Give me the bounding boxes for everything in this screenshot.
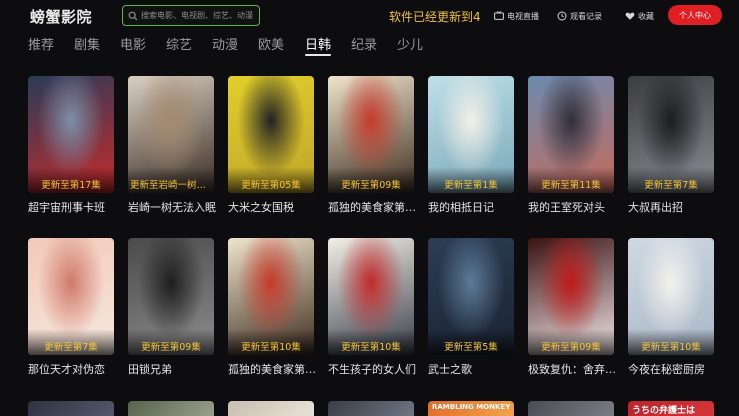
video-card-peek[interactable]: RAMBLING MONKEY (428, 401, 514, 416)
tab-movies[interactable]: 电影 (120, 34, 146, 53)
video-title: 岩崎一树无法入眠 (128, 201, 216, 214)
episode-badge: 更新至第10集 (341, 342, 401, 353)
poster-image: 更新至第10集 (228, 238, 314, 355)
history-button[interactable]: 观看记录 (557, 9, 602, 23)
tab-recommend[interactable]: 推荐 (28, 34, 54, 53)
poster-image: 更新至第10集 (628, 238, 714, 355)
episode-badge: 更新至第5集 (444, 342, 498, 353)
tab-anime[interactable]: 动漫 (212, 34, 238, 53)
video-title: 超宇宙刑事卡班 (28, 201, 105, 214)
episode-badge: 更新至第7集 (644, 180, 698, 191)
video-title: 田锁兄弟 (128, 363, 172, 376)
poster-text: RAMBLING MONKEY (432, 403, 511, 411)
tv-icon (494, 11, 504, 20)
video-card[interactable]: 更新至第10集 孤独的美食家第11季 (228, 238, 318, 377)
video-card[interactable]: 更新至第5集 武士之歌 (428, 238, 514, 377)
poster-text: うちの弁護士は (632, 406, 696, 416)
tab-japan-korea[interactable]: 日韩 (305, 34, 332, 56)
video-card-peek[interactable] (328, 401, 414, 416)
video-card[interactable]: 更新至第1集 我的相抵日记 (428, 76, 514, 215)
video-title: 那位天才对伪恋 (28, 363, 105, 376)
episode-badge: 更新至第7集 (44, 342, 98, 353)
search-input[interactable] (141, 11, 257, 20)
video-card-peek[interactable] (128, 401, 214, 416)
poster-image: 更新至第7集 (28, 238, 114, 355)
video-title: 孤独的美食家第11季 (228, 363, 318, 376)
video-card[interactable]: 更新至第17集 超宇宙刑事卡班 (28, 76, 114, 215)
video-card-peek[interactable]: うちの弁護士は (628, 401, 714, 416)
user-center-button[interactable]: 个人中心 (668, 5, 722, 25)
heart-icon (625, 12, 635, 20)
live-tv-label: 电视直播 (507, 11, 539, 21)
history-label: 观看记录 (570, 11, 602, 21)
video-title: 大米之女国税 (228, 201, 294, 214)
episode-badge: 更新至第10集 (241, 342, 301, 353)
poster-image: 更新至第7集 (628, 76, 714, 193)
video-card-peek[interactable] (28, 401, 114, 416)
video-card[interactable]: 更新至第09集 孤独的美食家第11季 (328, 76, 418, 215)
poster-image: 更新至第09集 (328, 76, 414, 193)
app-logo[interactable]: 螃蟹影院 (30, 6, 92, 27)
episode-badge: 更新至第05集 (241, 180, 301, 191)
episode-badge: 更新至第09集 (141, 342, 201, 353)
favorites-label: 收藏 (638, 11, 654, 21)
video-card[interactable]: 更新至第7集 那位天才对伪恋 (28, 238, 114, 377)
video-card-peek[interactable] (228, 401, 314, 416)
video-title: 极致复仇：舍弃的女人 (528, 363, 618, 376)
video-title: 不生孩子的女人们 (328, 363, 416, 376)
video-card[interactable]: 更新至第05集 大米之女国税 (228, 76, 314, 215)
video-card[interactable]: 更新至岩崎一树无法入眠 岩崎一树无法入眠 (128, 76, 216, 215)
favorites-button[interactable]: 收藏 (625, 9, 654, 23)
poster-image: 更新至第05集 (228, 76, 314, 193)
video-title: 我的相抵日记 (428, 201, 494, 214)
episode-badge: 更新至岩崎一树无法入眠 (130, 180, 214, 191)
poster-image: 更新至第09集 (128, 238, 214, 355)
video-title: 大叔再出招 (628, 201, 683, 214)
episode-badge: 更新至第10集 (641, 342, 701, 353)
update-notice: 软件已经更新到4 (389, 10, 480, 24)
video-card[interactable]: 更新至第7集 大叔再出招 (628, 76, 714, 215)
episode-badge: 更新至第11集 (541, 180, 601, 191)
video-card[interactable]: 更新至第09集 极致复仇：舍弃的女人 (528, 238, 618, 377)
poster-image: 更新至岩崎一树无法入眠 (128, 76, 214, 193)
episode-badge: 更新至第09集 (341, 180, 401, 191)
poster-image: 更新至第10集 (328, 238, 414, 355)
video-title: 我的王室死对头 (528, 201, 605, 214)
episode-badge: 更新至第1集 (444, 180, 498, 191)
search-box[interactable] (122, 5, 260, 26)
video-card[interactable]: 更新至第09集 田锁兄弟 (128, 238, 214, 377)
tab-series[interactable]: 剧集 (74, 34, 100, 53)
video-title: 武士之歌 (428, 363, 472, 376)
tab-kids[interactable]: 少儿 (397, 34, 423, 53)
category-tabs: 推荐 剧集 电影 综艺 动漫 欧美 日韩 纪录 少儿 (0, 32, 739, 56)
poster-image: 更新至第1集 (428, 76, 514, 193)
search-icon (128, 11, 138, 20)
video-card-peek[interactable] (528, 401, 614, 416)
video-card[interactable]: 更新至第11集 我的王室死对头 (528, 76, 614, 215)
clock-icon (557, 11, 567, 21)
video-card[interactable]: 更新至第10集 今夜在秘密厨房 (628, 238, 714, 377)
episode-badge: 更新至第17集 (41, 180, 101, 191)
poster-image: 更新至第11集 (528, 76, 614, 193)
video-card[interactable]: 更新至第10集 不生孩子的女人们 (328, 238, 416, 377)
live-tv-button[interactable]: 电视直播 (494, 9, 539, 23)
top-bar: 螃蟹影院 软件已经更新到4 电视直播 观看记录 收藏 个人中心 (0, 0, 739, 32)
poster-image: 更新至第09集 (528, 238, 614, 355)
poster-image: 更新至第5集 (428, 238, 514, 355)
video-title: 孤独的美食家第11季 (328, 201, 418, 214)
episode-badge: 更新至第09集 (541, 342, 601, 353)
tab-documentary[interactable]: 纪录 (351, 34, 377, 53)
tab-western[interactable]: 欧美 (258, 34, 284, 53)
video-title: 今夜在秘密厨房 (628, 363, 705, 376)
poster-image: 更新至第17集 (28, 76, 114, 193)
tab-variety[interactable]: 综艺 (166, 34, 192, 53)
